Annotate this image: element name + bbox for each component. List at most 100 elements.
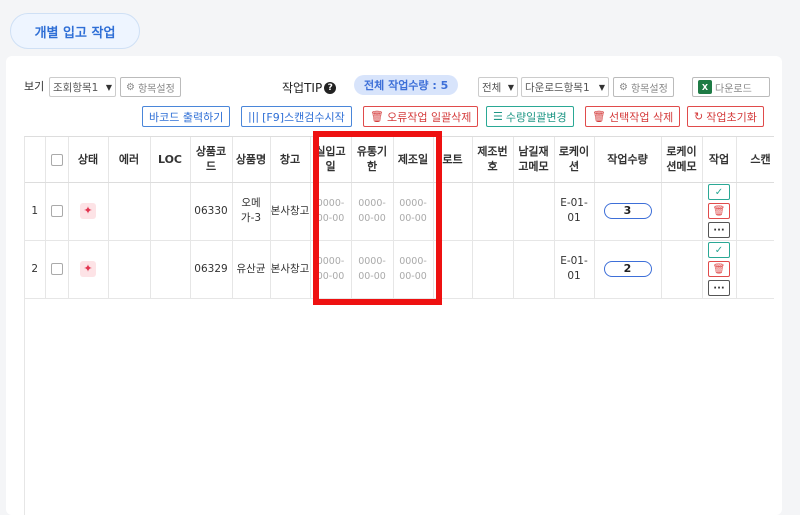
total-qty-badge: 전체 작업수량 : 5 bbox=[354, 75, 459, 95]
reset-button[interactable]: ↻ 작업초기화 bbox=[687, 106, 764, 127]
col-header-select[interactable] bbox=[45, 137, 69, 183]
delete-errors-label: 오류작업 일괄삭제 bbox=[386, 110, 472, 124]
row-checkbox-cell[interactable] bbox=[45, 240, 69, 299]
product-code-cell: 06329 bbox=[190, 240, 233, 299]
download-settings-button[interactable]: ⚙ 항목설정 bbox=[613, 77, 674, 97]
row-checkbox[interactable] bbox=[50, 262, 63, 275]
col-header-stock-memo: 남길재고메모 bbox=[513, 137, 555, 183]
col-header-loc: LOC bbox=[150, 137, 191, 183]
bulk-qty-button[interactable]: ☰ 수량일괄변경 bbox=[486, 106, 574, 127]
select-all-checkbox[interactable] bbox=[50, 153, 63, 166]
check-icon[interactable]: ✓ bbox=[708, 184, 730, 200]
loc-cell bbox=[150, 240, 191, 299]
col-header-warehouse: 창고 bbox=[270, 137, 311, 183]
error-cell bbox=[108, 240, 151, 299]
highlight-box bbox=[313, 131, 442, 305]
delete-selected-label: 선택작업 삭제 bbox=[608, 110, 674, 124]
reset-label: 작업초기화 bbox=[706, 110, 757, 124]
warehouse-cell: 본사창고 bbox=[270, 240, 311, 299]
col-header-index bbox=[25, 137, 46, 183]
gear-icon: ⚙ bbox=[126, 81, 135, 93]
trash-icon[interactable]: 🗑 bbox=[708, 203, 730, 219]
chevron-down-icon: ▼ bbox=[598, 82, 605, 92]
status-cell: ✦ bbox=[68, 182, 109, 241]
mfg-no-cell bbox=[472, 240, 514, 299]
bulk-qty-label: 수량일괄변경 bbox=[505, 110, 567, 124]
col-header-action: 작업 bbox=[702, 137, 737, 183]
more-icon[interactable]: ··· bbox=[708, 222, 730, 238]
refresh-icon: ↻ bbox=[694, 110, 704, 123]
barcode-icon: ||| bbox=[248, 110, 260, 123]
col-header-status: 상태 bbox=[68, 137, 109, 183]
product-code-cell: 06330 bbox=[190, 182, 233, 241]
scan-check-button[interactable]: ||| [F9]스캔검수시작 bbox=[241, 106, 352, 127]
loc-cell bbox=[150, 182, 191, 241]
product-name-cell: 유산균 bbox=[232, 240, 271, 299]
page-title: 개별 입고 작업 bbox=[34, 25, 116, 41]
col-header-location: 로케이션 bbox=[554, 137, 595, 183]
chevron-down-icon: ▼ bbox=[507, 82, 514, 92]
qty-cell: 2 bbox=[594, 240, 662, 299]
work-tip[interactable]: 작업TIP? bbox=[282, 79, 337, 96]
location-memo-cell bbox=[661, 240, 703, 299]
sparkle-icon: ✦ bbox=[80, 260, 96, 277]
row-index: 2 bbox=[25, 240, 46, 299]
col-header-product-name: 상품명 bbox=[232, 137, 271, 183]
barcode-print-label: 바코드 출력하기 bbox=[149, 110, 224, 124]
qty-input[interactable]: 3 bbox=[603, 202, 652, 219]
location-cell: E-01-01 bbox=[554, 240, 595, 299]
delete-selected-button[interactable]: 🗑 선택작업 삭제 bbox=[585, 106, 681, 127]
download-label: 다운로드 bbox=[715, 83, 752, 95]
trash-icon[interactable]: 🗑 bbox=[708, 261, 730, 277]
col-header-error: 에러 bbox=[108, 137, 151, 183]
scope-select[interactable]: 전체 ▼ bbox=[478, 77, 518, 97]
delete-errors-button[interactable]: 🗑 오류작업 일괄삭제 bbox=[363, 106, 479, 127]
scan-cell bbox=[736, 240, 774, 299]
col-header-scan: 스캔 bbox=[736, 137, 774, 183]
download-button[interactable]: X 다운로드 bbox=[692, 77, 770, 97]
scope-select-value: 전체 bbox=[482, 81, 502, 94]
product-name-cell: 오메가-3 bbox=[232, 182, 271, 241]
excel-icon: X bbox=[698, 80, 712, 94]
item-settings-button[interactable]: ⚙ 항목설정 bbox=[120, 77, 181, 97]
location-cell: E-01-01 bbox=[554, 182, 595, 241]
col-header-mfg-no: 제조번호 bbox=[472, 137, 514, 183]
scan-check-label: [F9]스캔검수시작 bbox=[262, 110, 345, 124]
more-icon[interactable]: ··· bbox=[708, 280, 730, 296]
download-select[interactable]: 다운로드항목1 ▼ bbox=[521, 77, 609, 97]
stock-memo-cell bbox=[513, 182, 555, 241]
status-cell: ✦ bbox=[68, 240, 109, 299]
col-header-product-code: 상품코드 bbox=[190, 137, 233, 183]
sparkle-icon: ✦ bbox=[80, 202, 96, 219]
action-cell: ✓ 🗑 ··· bbox=[702, 182, 737, 241]
trash-icon: 🗑 bbox=[370, 110, 384, 123]
trash-icon: 🗑 bbox=[592, 110, 606, 123]
item-settings-label: 항목설정 bbox=[137, 83, 175, 95]
col-header-location-memo: 로케이션메모 bbox=[661, 137, 703, 183]
error-cell bbox=[108, 182, 151, 241]
page-title-tab[interactable]: 개별 입고 작업 bbox=[10, 13, 140, 49]
view-select-value: 조회항목1 bbox=[53, 81, 99, 94]
view-label: 보기 bbox=[24, 80, 45, 93]
chevron-down-icon: ▼ bbox=[105, 82, 112, 92]
mfg-no-cell bbox=[472, 182, 514, 241]
row-index: 1 bbox=[25, 182, 46, 241]
action-cell: ✓ 🗑 ··· bbox=[702, 240, 737, 299]
view-select[interactable]: 조회항목1 ▼ bbox=[49, 77, 116, 97]
row-checkbox-cell[interactable] bbox=[45, 182, 69, 241]
barcode-print-button[interactable]: 바코드 출력하기 bbox=[142, 106, 231, 127]
warehouse-cell: 본사창고 bbox=[270, 182, 311, 241]
check-icon[interactable]: ✓ bbox=[708, 242, 730, 258]
qty-input[interactable]: 2 bbox=[603, 260, 652, 277]
work-tip-label: 작업TIP bbox=[282, 81, 323, 95]
download-settings-label: 항목설정 bbox=[630, 83, 668, 95]
scan-cell bbox=[736, 182, 774, 241]
sliders-icon: ☰ bbox=[493, 110, 503, 123]
help-icon: ? bbox=[324, 81, 337, 94]
col-header-qty: 작업수량 bbox=[594, 137, 662, 183]
qty-cell: 3 bbox=[594, 182, 662, 241]
download-select-value: 다운로드항목1 bbox=[525, 81, 590, 94]
gear-icon: ⚙ bbox=[619, 81, 628, 93]
row-checkbox[interactable] bbox=[50, 204, 63, 217]
location-memo-cell bbox=[661, 182, 703, 241]
